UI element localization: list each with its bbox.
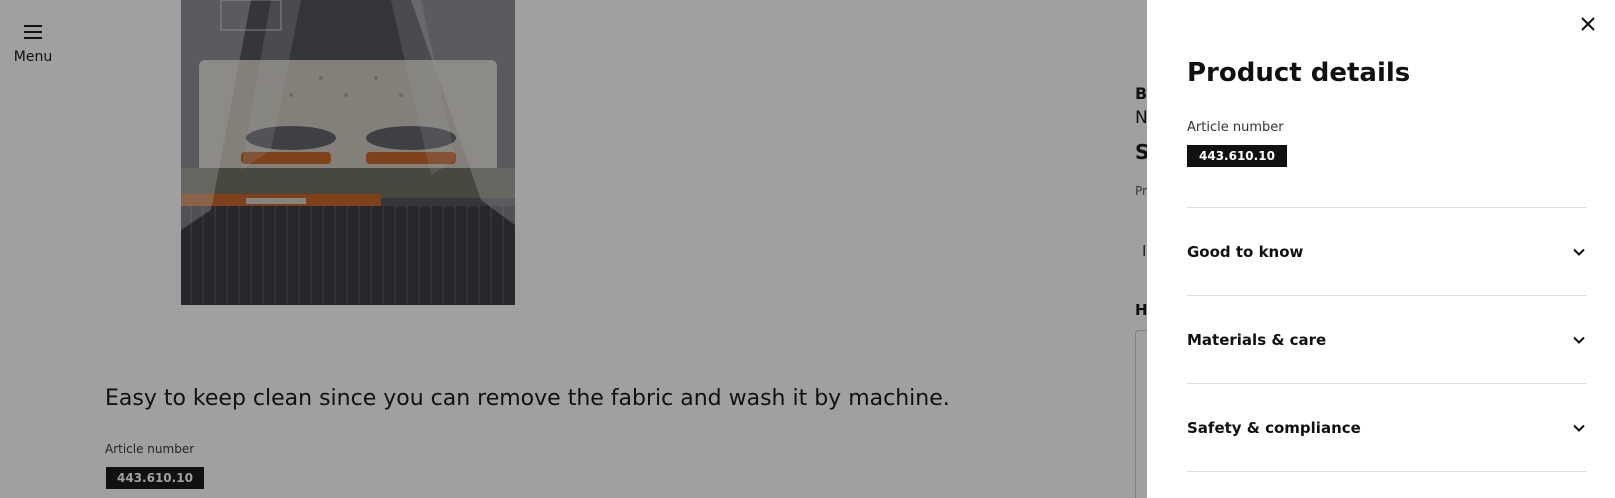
accordion-label: Good to know <box>1187 242 1304 261</box>
details-accordion: Good to know Materials & care Safety & c… <box>1187 207 1587 472</box>
chevron-down-icon <box>1573 248 1585 256</box>
chevron-down-icon <box>1573 424 1585 432</box>
accordion-label: Safety & compliance <box>1187 418 1361 437</box>
drawer-title: Product details <box>1187 58 1411 88</box>
page: Menu Easy to keep clean since you can re… <box>0 0 1615 498</box>
chevron-down-icon <box>1573 336 1585 344</box>
accordion-safety-compliance[interactable]: Safety & compliance <box>1187 384 1587 472</box>
close-button[interactable] <box>1574 10 1602 38</box>
accordion-good-to-know[interactable]: Good to know <box>1187 208 1587 296</box>
drawer-article-number-badge: 443.610.10 <box>1187 145 1287 167</box>
accordion-materials-care[interactable]: Materials & care <box>1187 296 1587 384</box>
drawer-article-number-label: Article number <box>1187 120 1284 135</box>
close-icon <box>1581 17 1595 31</box>
accordion-label: Materials & care <box>1187 330 1327 349</box>
